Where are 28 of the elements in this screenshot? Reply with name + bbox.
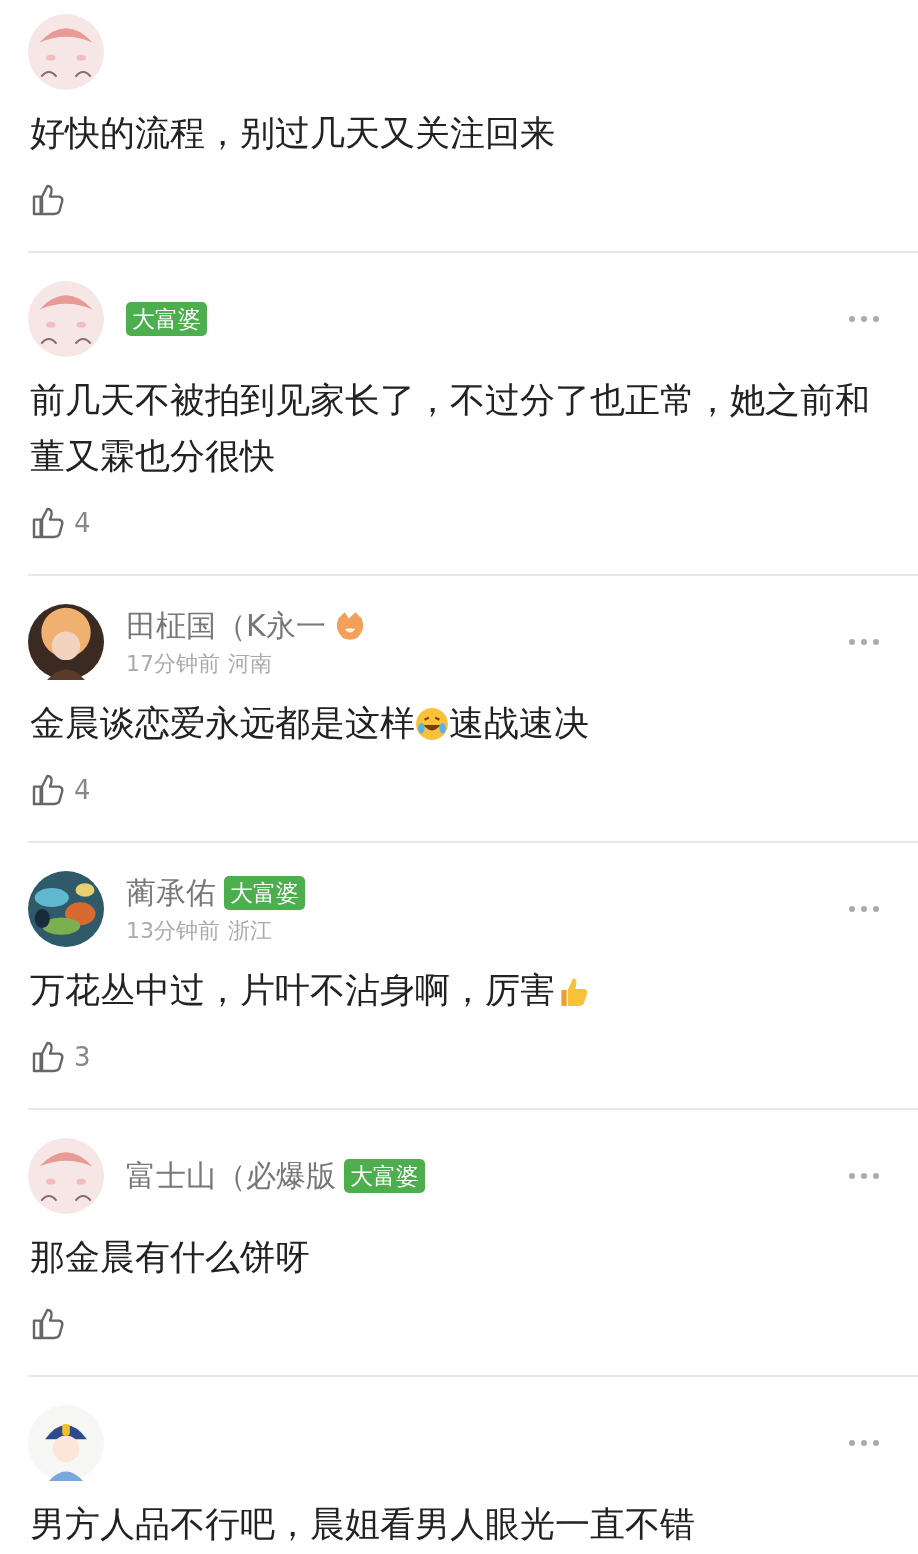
like-icon[interactable] [30, 505, 66, 541]
user-badge: 大富婆 [344, 1159, 425, 1193]
avatar[interactable] [28, 1405, 104, 1481]
like-count: 3 [74, 1042, 91, 1072]
user-badge: 大富婆 [126, 302, 207, 336]
avatar[interactable] [28, 871, 104, 947]
user-name[interactable]: 田柾国（K永一 [126, 605, 326, 647]
like-icon[interactable] [30, 772, 66, 808]
like-count: 4 [74, 508, 91, 538]
comment-text: 金晨谈恋爱永远都是这样 速战速决 [30, 702, 590, 745]
like-count: 4 [74, 775, 91, 805]
comment-text: 万花丛中过，片叶不沾身啊，厉害 [30, 962, 888, 1018]
post-time: 13分钟前 [126, 916, 220, 945]
comment-text: 好快的流程，别过几天又关注回来 [30, 112, 556, 155]
post-region: 河南 [228, 649, 272, 678]
user-badge: 大富婆 [224, 876, 305, 910]
laughing-face-icon [415, 707, 449, 741]
like-icon[interactable] [30, 1039, 66, 1075]
user-name[interactable]: 富士山（必爆版 [126, 1155, 336, 1197]
like-icon[interactable] [30, 1306, 66, 1342]
comment-text: 那金晨有什么饼呀 [30, 1236, 311, 1279]
comment-text: 前几天不被拍到见家长了，不过分了也正常，她之前和董又霖也分很快 [30, 379, 871, 478]
user-name[interactable]: 蔺承佑 [126, 872, 216, 914]
comment-text: 男方人品不行吧，晨姐看男人眼光一直不错 [30, 1503, 696, 1546]
post-region: 浙江 [228, 916, 272, 945]
like-icon[interactable] [30, 182, 66, 218]
post-time: 17分钟前 [126, 649, 220, 678]
avatar[interactable] [28, 604, 104, 680]
